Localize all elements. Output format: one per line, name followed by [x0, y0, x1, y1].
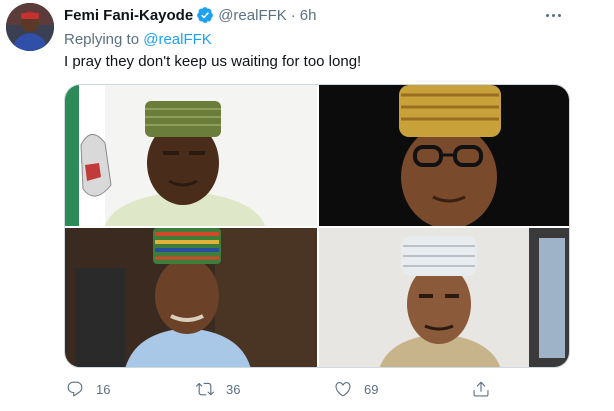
- share-icon: [473, 381, 489, 397]
- photo-4[interactable]: [319, 228, 569, 367]
- verified-badge-icon: [196, 6, 214, 24]
- photo-3[interactable]: [65, 228, 317, 367]
- share-button[interactable]: [472, 380, 490, 398]
- retweet-count: 36: [226, 381, 241, 397]
- retweet-button[interactable]: 36: [196, 380, 240, 398]
- photo-1[interactable]: [65, 85, 317, 226]
- like-count: 69: [364, 381, 379, 397]
- replying-mention-link[interactable]: @realFFK: [143, 31, 212, 48]
- like-button[interactable]: 69: [334, 380, 378, 398]
- tweet-actions: 16 36 69: [64, 380, 504, 402]
- photo-2[interactable]: [319, 85, 569, 226]
- reply-button[interactable]: 16: [66, 380, 110, 398]
- replying-prefix: Replying to: [64, 31, 144, 48]
- more-options-icon[interactable]: [542, 6, 564, 24]
- tweet-text: I pray they don't keep us waiting for to…: [64, 53, 362, 70]
- author-handle[interactable]: @realFFK: [218, 7, 287, 24]
- retweet-icon: [196, 382, 214, 396]
- heart-icon: [335, 382, 351, 397]
- timestamp[interactable]: 6h: [300, 7, 317, 24]
- reply-count: 16: [96, 381, 111, 397]
- tweet[interactable]: Femi Fani-Kayode @realFFK · 6h Replying …: [0, 0, 614, 411]
- tweet-header: Femi Fani-Kayode @realFFK · 6h: [64, 5, 316, 25]
- reply-icon: [67, 381, 83, 397]
- separator-dot: ·: [290, 6, 296, 24]
- media-grid: [64, 84, 570, 368]
- replying-to: Replying to @realFFK: [64, 31, 212, 48]
- author-name[interactable]: Femi Fani-Kayode: [64, 7, 193, 24]
- avatar[interactable]: [6, 3, 54, 51]
